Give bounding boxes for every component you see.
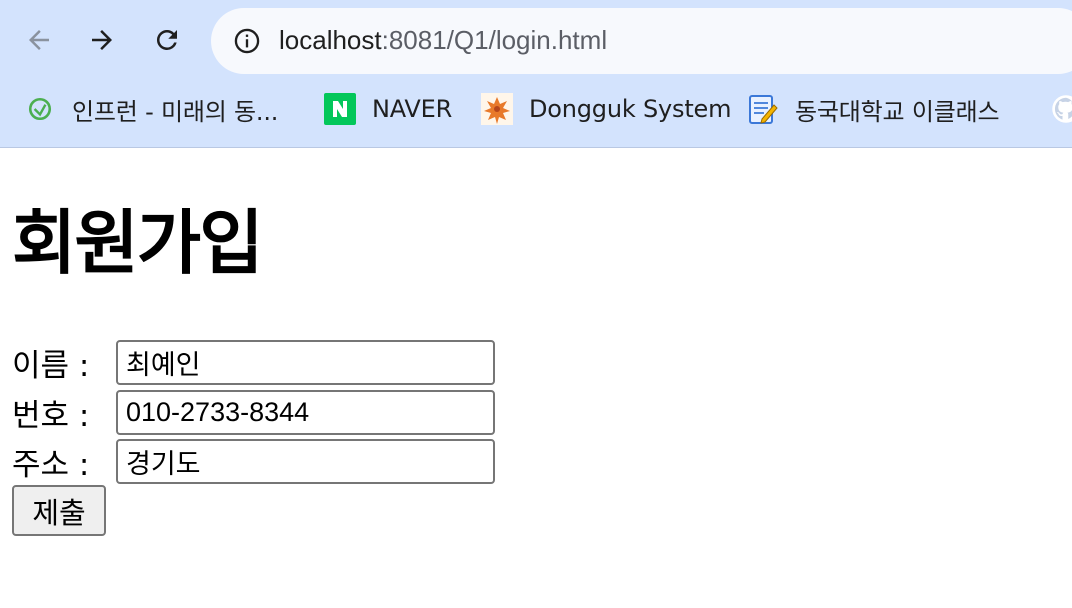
bookmark-label: Dongguk System: [529, 95, 732, 123]
bookmark-label: 인프런 - 미래의 동...: [72, 97, 279, 126]
bookmark-github[interactable]: [1050, 92, 1072, 126]
address-field[interactable]: [116, 438, 495, 484]
naver-icon: [324, 93, 356, 125]
arrow-left-icon: [29, 30, 49, 50]
github-icon: [1050, 93, 1072, 125]
bookmark-label: NAVER: [372, 95, 453, 123]
bookmark-label: 동국대학교 이클래스: [795, 97, 1000, 126]
inflearn-icon: [24, 93, 56, 125]
name-label: 이름 :: [12, 347, 90, 384]
arrow-right-icon: [92, 30, 112, 50]
notepad-icon: [747, 93, 779, 125]
dongguk-leaf-icon: [481, 93, 513, 125]
name-field[interactable]: [116, 339, 495, 385]
bookmark-dongguk-system[interactable]: Dongguk System: [481, 92, 731, 126]
name-row: 이름 :: [12, 339, 495, 385]
browser-chrome: localhost:8081/Q1/login.html 인프런 - 미래의 동…: [0, 0, 1072, 148]
address-row: 주소 :: [12, 438, 495, 484]
page-title: 회원가입: [12, 202, 264, 284]
url-path: :8081/Q1/login.html: [381, 25, 608, 55]
bookmarks-bar: 인프런 - 미래의 동... NAVER Dongguk System 동국대학…: [0, 86, 1072, 132]
phone-label: 번호 :: [12, 397, 90, 434]
phone-row: 번호 :: [12, 389, 495, 435]
phone-field[interactable]: [116, 389, 495, 435]
forward-button[interactable]: [80, 18, 124, 62]
address-bar[interactable]: localhost:8081/Q1/login.html: [211, 8, 1072, 74]
address-label: 주소 :: [12, 446, 90, 483]
bookmark-naver[interactable]: NAVER: [324, 92, 452, 126]
submit-button[interactable]: 제출: [12, 485, 106, 536]
bookmark-dongguk-eclass[interactable]: 동국대학교 이클래스: [747, 92, 1000, 126]
info-icon[interactable]: [233, 27, 261, 55]
reload-icon: [156, 29, 177, 50]
reload-button[interactable]: [145, 18, 189, 62]
bookmark-inflearn[interactable]: 인프런 - 미래의 동...: [24, 92, 278, 126]
back-button[interactable]: [17, 18, 61, 62]
url-text[interactable]: localhost:8081/Q1/login.html: [279, 22, 607, 58]
url-host: localhost: [279, 25, 382, 55]
